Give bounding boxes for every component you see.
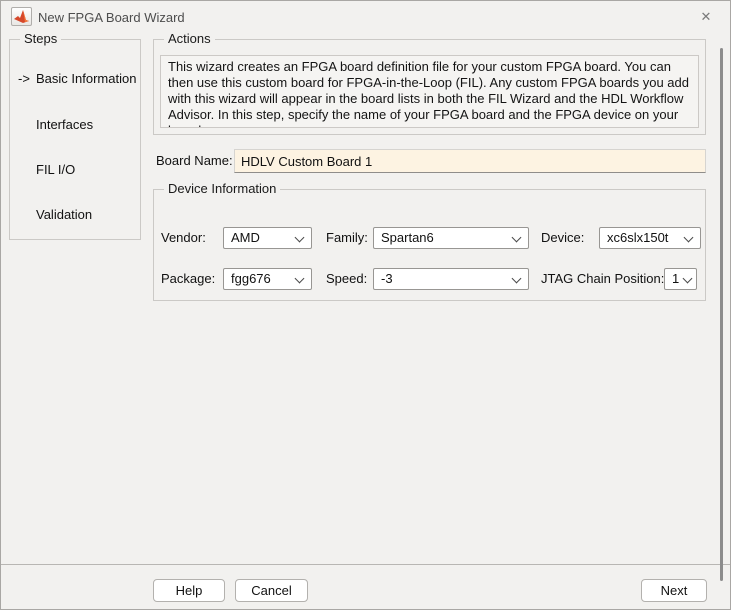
cancel-button[interactable]: Cancel [235,579,308,602]
vertical-scrollbar[interactable] [720,48,723,581]
family-value: Spartan6 [381,228,434,248]
current-step-arrow-icon: -> [18,71,30,86]
steps-group-label: Steps [20,31,61,46]
actions-group-label: Actions [164,31,215,46]
jtag-chain-position-label: JTAG Chain Position: [541,268,664,290]
speed-label: Speed: [326,268,367,290]
chevron-down-icon [295,233,305,243]
wizard-description: This wizard creates an FPGA board defini… [160,55,699,128]
close-icon[interactable]: ✕ [696,7,716,27]
package-label: Package: [161,268,215,290]
package-select[interactable]: fgg676 [223,268,312,290]
jtag-chain-position-value: 1 [672,269,679,289]
family-select[interactable]: Spartan6 [373,227,529,249]
step-basic-information: Basic Information [36,71,136,86]
window-title: New FPGA Board Wizard [38,10,185,25]
vendor-label: Vendor: [161,227,206,249]
new-fpga-board-wizard-window: New FPGA Board Wizard ✕ Steps -> Basic I… [0,0,731,610]
device-value: xc6slx150t [607,228,668,248]
speed-value: -3 [381,269,393,289]
chevron-down-icon [512,274,522,284]
device-select[interactable]: xc6slx150t [599,227,701,249]
help-button[interactable]: Help [153,579,225,602]
family-label: Family: [326,227,368,249]
step-fil-io: FIL I/O [36,162,75,177]
titlebar: New FPGA Board Wizard ✕ [1,1,730,32]
device-label: Device: [541,227,584,249]
step-validation: Validation [36,207,92,222]
board-name-input[interactable] [234,149,706,173]
board-name-label: Board Name: [156,149,233,173]
actions-panel: Actions This wizard creates an FPGA boar… [153,39,706,135]
vendor-select[interactable]: AMD [223,227,312,249]
footer-divider [1,564,730,565]
jtag-chain-position-select[interactable]: 1 [664,268,697,290]
device-information-group-label: Device Information [164,181,280,196]
chevron-down-icon [512,233,522,243]
vendor-value: AMD [231,228,260,248]
matlab-icon [11,7,32,26]
package-value: fgg676 [231,269,271,289]
step-interfaces: Interfaces [36,117,93,132]
next-button[interactable]: Next [641,579,707,602]
chevron-down-icon [684,233,694,243]
chevron-down-icon [295,274,305,284]
chevron-down-icon [683,274,693,284]
speed-select[interactable]: -3 [373,268,529,290]
steps-panel: Steps -> Basic Information Interfaces FI… [9,39,141,240]
